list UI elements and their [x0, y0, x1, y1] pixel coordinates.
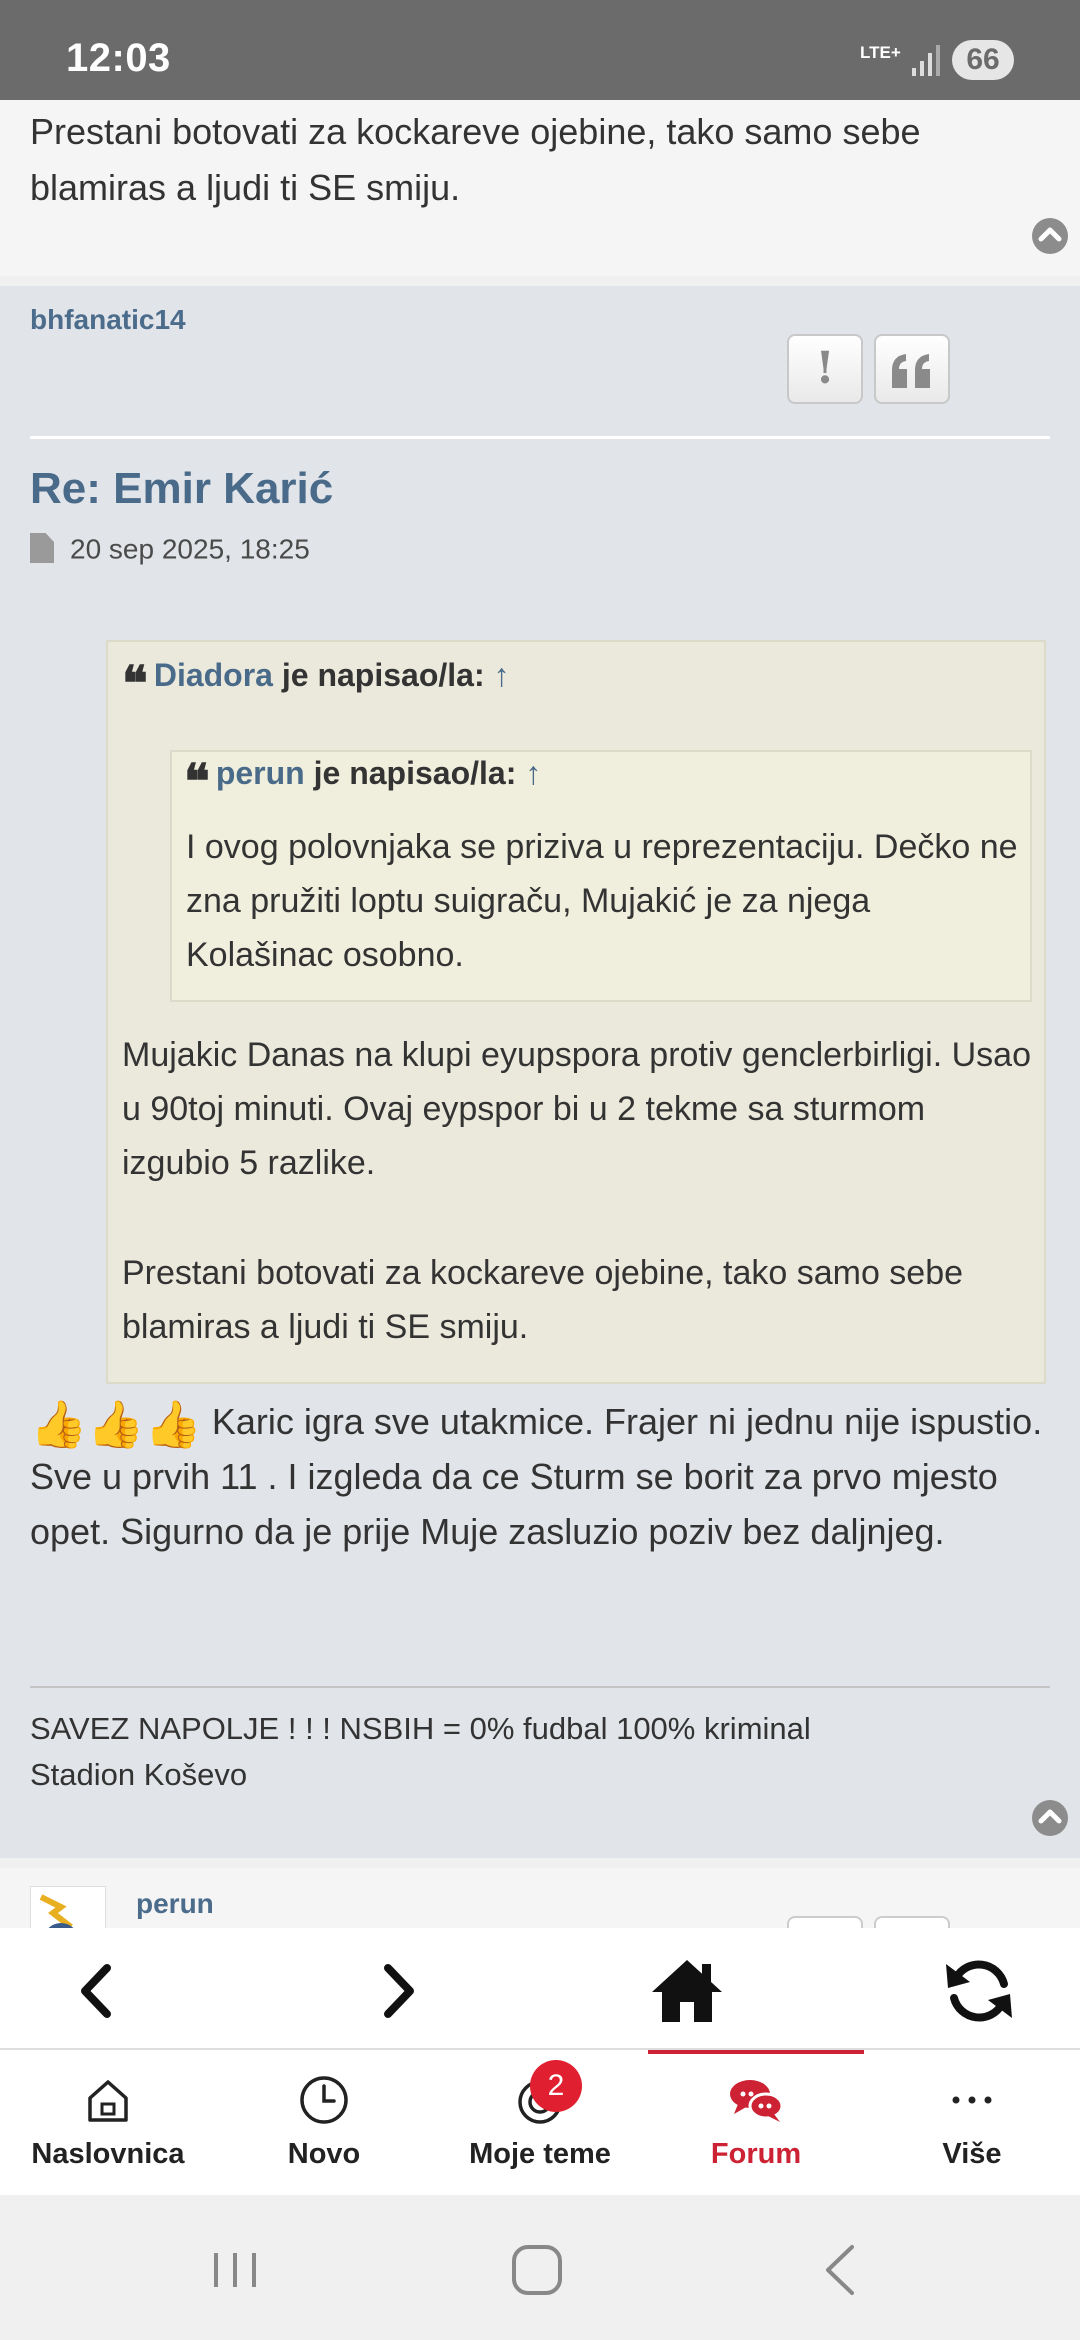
scroll-to-top-icon[interactable] — [1032, 1800, 1068, 1836]
system-nav-bar — [0, 2195, 1080, 2340]
clock-icon — [300, 2076, 348, 2124]
chat-bubbles-icon — [730, 2080, 784, 2122]
tab-label: Forum — [710, 2138, 802, 2170]
quote-wrote-label: je napisao/la: — [281, 657, 485, 693]
tab-label: Više — [942, 2138, 1002, 2170]
tab-novo[interactable]: Novo — [216, 2050, 432, 2195]
tab-vise[interactable]: Više — [864, 2050, 1080, 2195]
refresh-icon[interactable] — [934, 1946, 1024, 2036]
back-arrow-icon[interactable] — [53, 1946, 143, 2036]
tab-label: Moje teme — [469, 2138, 611, 2170]
battery-indicator: 66 — [952, 40, 1014, 80]
tab-forum[interactable]: Forum — [648, 2050, 864, 2195]
more-dots-icon — [952, 2096, 992, 2104]
previous-post-text: Prestani botovati za kockareve ojebine, … — [30, 111, 921, 208]
network-type-indicator: LTE+ — [860, 43, 901, 62]
next-post: perun — [0, 1868, 1080, 1928]
forum-post: bhfanatic14 ! Re: Emir Karić 20 sep 2025… — [0, 286, 1080, 1858]
quote-block: ❝ Diadora je napisao/la: ↑ ❝ perun je napi… — [106, 640, 1046, 1384]
active-tab-indicator — [648, 2050, 864, 2054]
signal-icon — [912, 45, 940, 76]
nested-quote-block: ❝ perun je napisao/la: ↑ I ovog polovnjak… — [170, 750, 1032, 1002]
signature-line-1: SAVEZ NAPOLJE ! ! ! NSBIH = 0% fudbal 10… — [30, 1711, 811, 1746]
nested-quote-text: I ovog polovnjaka se priziva u reprezent… — [186, 828, 1018, 974]
home-outline-icon — [88, 2080, 128, 2122]
post-divider — [30, 436, 1050, 439]
post-title[interactable]: Re: Emir Karić — [30, 464, 333, 514]
quote-button[interactable] — [874, 334, 950, 404]
quote-author-link[interactable]: Diadora — [154, 657, 273, 693]
home-icon[interactable] — [642, 1946, 732, 2036]
quote-paragraph-2: Prestani botovati za kockareve ojebine, … — [122, 1254, 964, 1346]
post-body: 👍👍👍 Karic igra sve utakmice. Frajer ni j… — [30, 1394, 1060, 1559]
notification-badge: 2 — [530, 2060, 582, 2112]
signature-divider — [30, 1686, 1050, 1688]
tab-label: Novo — [287, 2138, 361, 2170]
forward-arrow-icon[interactable] — [352, 1946, 442, 2036]
recent-apps-icon[interactable] — [200, 2235, 270, 2305]
document-icon — [30, 533, 54, 563]
report-button[interactable]: ! — [787, 334, 863, 404]
post-date-text: 20 sep 2025, 18:25 — [70, 533, 310, 565]
quote-mark-icon: ❝ — [122, 656, 148, 712]
next-post-author[interactable]: perun — [136, 1888, 214, 1920]
thumbs-up-emoji: 👍👍👍 — [30, 1398, 202, 1450]
quote-mark-icon: ❝ — [184, 754, 210, 810]
report-button[interactable] — [787, 1916, 863, 1928]
avatar[interactable] — [30, 1886, 106, 1928]
post-date: 20 sep 2025, 18:25 — [30, 532, 310, 566]
tab-naslovnica[interactable]: Naslovnica — [0, 2050, 216, 2195]
scroll-to-top-icon[interactable] — [1032, 218, 1068, 254]
nested-quote-wrote-label: je napisao/la: — [313, 755, 517, 791]
nested-quote-author-link[interactable]: perun — [216, 755, 305, 791]
status-time: 12:03 — [66, 36, 171, 80]
quote-button[interactable] — [874, 1916, 950, 1928]
browser-nav-bar — [0, 1928, 1080, 2048]
post-author[interactable]: bhfanatic14 — [30, 304, 186, 336]
quote-jump-arrow[interactable]: ↑ — [493, 657, 509, 693]
status-bar: 12:03 LTE+ 66 — [0, 0, 1080, 100]
quote-icon — [892, 354, 930, 388]
tab-label: Naslovnica — [31, 2138, 185, 2170]
signature: SAVEZ NAPOLJE ! ! ! NSBIH = 0% fudbal 10… — [30, 1706, 811, 1798]
nested-quote-header: ❝ perun je napisao/la: ↑ — [184, 754, 541, 810]
back-nav-icon[interactable] — [806, 2235, 876, 2305]
quote-header: ❝ Diadora je napisao/la: ↑ — [122, 656, 509, 712]
signature-line-2: Stadion Koševo — [30, 1757, 248, 1792]
previous-post: Prestani botovati za kockareve ojebine, … — [0, 100, 1080, 276]
nested-quote-jump-arrow[interactable]: ↑ — [525, 755, 541, 791]
quote-paragraph-1: Mujakic Danas na klupi eyupspora protiv … — [122, 1036, 1032, 1182]
home-nav-icon[interactable] — [502, 2235, 572, 2305]
